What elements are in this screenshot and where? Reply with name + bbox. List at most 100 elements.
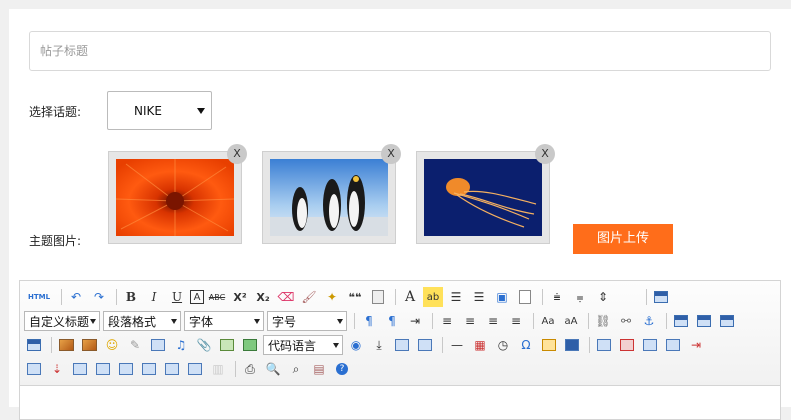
post-title-input[interactable]: [29, 31, 771, 71]
select-all-icon[interactable]: ▣: [492, 287, 512, 307]
split-cells-icon[interactable]: [139, 359, 159, 379]
help-icon[interactable]: ?: [332, 359, 352, 379]
emoticon-icon[interactable]: ☺: [102, 335, 122, 355]
merge-right-icon[interactable]: [93, 359, 113, 379]
line-height-icon[interactable]: ⇕: [593, 287, 613, 307]
thumbnail-chrysanthemum[interactable]: X: [108, 144, 247, 244]
insert-map-icon[interactable]: [240, 335, 260, 355]
italic-button[interactable]: I: [144, 287, 164, 307]
editor-toolbar: HTML ↶ ↷ B I U A ABC X² X₂ ⌫ 🖌 ✦ ❝❝ A ab: [20, 281, 780, 386]
fullscreen-icon[interactable]: [651, 287, 671, 307]
align-right-icon[interactable]: ≡: [483, 311, 503, 331]
delete-thumbnail-button[interactable]: X: [381, 144, 401, 164]
insert-col-icon[interactable]: [24, 359, 44, 379]
topic-label: 选择话题:: [29, 105, 82, 119]
cover-image-label: 主题图片:: [29, 234, 82, 248]
scrawl-icon[interactable]: ✎: [125, 335, 145, 355]
magic-wand-icon[interactable]: ✦: [322, 287, 342, 307]
horizontal-rule-icon[interactable]: —: [447, 335, 467, 355]
ltr-direction-icon[interactable]: ¶: [359, 311, 379, 331]
search-replace-icon[interactable]: ⌕: [286, 359, 306, 379]
dropdown-arrow-icon: [197, 108, 205, 114]
image-left-icon[interactable]: [694, 311, 714, 331]
insert-frame-icon[interactable]: [217, 335, 237, 355]
insert-paragraph-before-table-icon[interactable]: [640, 335, 660, 355]
align-center-icon[interactable]: ≡: [460, 311, 480, 331]
strikethrough-button[interactable]: ABC: [207, 287, 227, 307]
time-icon[interactable]: ◷: [493, 335, 513, 355]
clear-document-icon[interactable]: [515, 287, 535, 307]
thumbnail-jellyfish[interactable]: X: [416, 144, 555, 244]
font-family-select[interactable]: 字体: [184, 311, 264, 331]
indent-icon[interactable]: ⇥: [405, 311, 425, 331]
word-image-icon[interactable]: [539, 335, 559, 355]
underline-button[interactable]: U: [167, 287, 187, 307]
subscript-button[interactable]: X₂: [253, 287, 273, 307]
ordered-list-icon[interactable]: ☰: [446, 287, 466, 307]
multi-image-icon[interactable]: [79, 335, 99, 355]
anchor-icon[interactable]: ⚓: [639, 311, 659, 331]
template-icon[interactable]: [415, 335, 435, 355]
toolbar-row-3: ☺ ✎ ♫ 📎 代码语言 ◉ ⤓ — ▦ ◷ Ω ⇥: [24, 334, 709, 356]
upload-image-button[interactable]: 图片上传: [573, 224, 673, 254]
merge-cells-icon[interactable]: [70, 359, 90, 379]
blockquote-button[interactable]: ❝❝: [345, 287, 365, 307]
delete-table-icon[interactable]: [617, 335, 637, 355]
row-spacing-bottom-icon[interactable]: ⩦: [570, 287, 590, 307]
font-size-select[interactable]: 字号: [267, 311, 347, 331]
page-break-icon[interactable]: ⤓: [369, 335, 389, 355]
image-center-icon[interactable]: [24, 335, 44, 355]
source-html-button[interactable]: HTML: [24, 287, 54, 307]
date-icon[interactable]: ▦: [470, 335, 490, 355]
unordered-list-icon[interactable]: ☰: [469, 287, 489, 307]
highlight-button[interactable]: ab: [423, 287, 443, 307]
align-justify-icon[interactable]: ≡: [506, 311, 526, 331]
chart-icon[interactable]: ▥: [208, 359, 228, 379]
insert-music-icon[interactable]: ♫: [171, 335, 191, 355]
delete-row-icon[interactable]: ⇥: [686, 335, 706, 355]
background-icon[interactable]: [392, 335, 412, 355]
web-page-icon[interactable]: ◉: [346, 335, 366, 355]
custom-heading-select[interactable]: 自定义标题: [24, 311, 100, 331]
insert-image-icon[interactable]: [56, 335, 76, 355]
redo-icon[interactable]: ↷: [89, 287, 109, 307]
split-rows-icon[interactable]: [162, 359, 182, 379]
unlink-icon[interactable]: ⚯: [616, 311, 636, 331]
topic-select[interactable]: NIKE: [107, 91, 212, 130]
image-none-icon[interactable]: [671, 311, 691, 331]
font-color-button[interactable]: A: [400, 287, 420, 307]
insert-table-icon[interactable]: [594, 335, 614, 355]
insert-row-icon[interactable]: [663, 335, 683, 355]
print-icon[interactable]: ⎙: [240, 359, 260, 379]
uppercase-icon[interactable]: Aa: [538, 311, 558, 331]
font-border-button[interactable]: A: [190, 290, 204, 304]
delete-thumbnail-button[interactable]: X: [535, 144, 555, 164]
paragraph-format-select[interactable]: 段落格式: [103, 311, 181, 331]
image-right-icon[interactable]: [717, 311, 737, 331]
word-import-icon[interactable]: [562, 335, 582, 355]
special-chars-button[interactable]: Ω: [516, 335, 536, 355]
attachment-icon[interactable]: 📎: [194, 335, 214, 355]
eraser-icon[interactable]: ⌫: [276, 287, 296, 307]
toolbar-row-2: 自定义标题 段落格式 字体 字号 ¶ ¶ ⇥ ≡ ≡ ≡ ≡ Aa aA ⛓ ⚯…: [24, 310, 740, 332]
bold-button[interactable]: B: [121, 287, 141, 307]
insert-video-icon[interactable]: [148, 335, 168, 355]
undo-icon[interactable]: ↶: [66, 287, 86, 307]
paste-plain-icon[interactable]: [368, 287, 388, 307]
preview-icon[interactable]: 🔍: [263, 359, 283, 379]
lowercase-icon[interactable]: aA: [561, 311, 581, 331]
split-cols-icon[interactable]: [185, 359, 205, 379]
merge-down-icon[interactable]: [116, 359, 136, 379]
code-language-select[interactable]: 代码语言: [263, 335, 343, 355]
link-icon[interactable]: ⛓: [593, 311, 613, 331]
thumbnail-penguins[interactable]: X: [262, 144, 401, 244]
superscript-button[interactable]: X²: [230, 287, 250, 307]
delete-thumbnail-button[interactable]: X: [227, 144, 247, 164]
format-brush-icon[interactable]: 🖌: [299, 287, 319, 307]
row-spacing-top-icon[interactable]: ⩧: [547, 287, 567, 307]
drafts-icon[interactable]: ▤: [309, 359, 329, 379]
topic-select-value: NIKE: [134, 104, 162, 118]
delete-col-icon[interactable]: ⇣: [47, 359, 67, 379]
align-left-icon[interactable]: ≡: [437, 311, 457, 331]
rtl-direction-icon[interactable]: ¶: [382, 311, 402, 331]
